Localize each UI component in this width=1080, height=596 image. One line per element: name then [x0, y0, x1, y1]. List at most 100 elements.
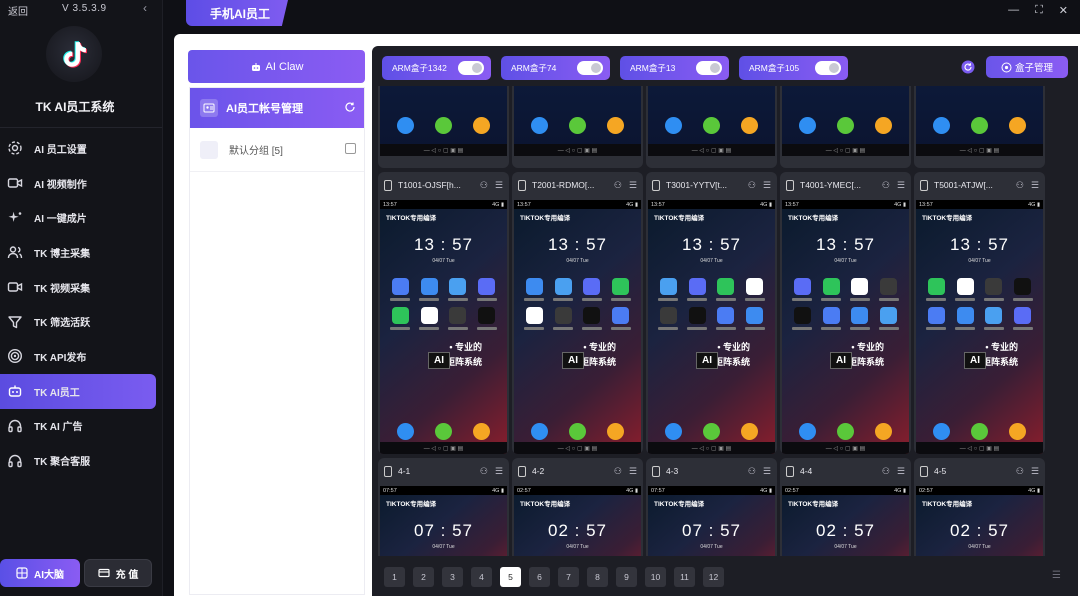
app-icon[interactable] [874, 278, 903, 301]
dock-app-icon[interactable] [568, 117, 586, 134]
phone-card[interactable]: T4001-YMEC[... ⚇ ☰ 13:57 4G ▮ TIKTOK专用编译 13 : … [780, 172, 911, 454]
user-icon[interactable]: ⚇ [882, 180, 890, 191]
page-button[interactable]: 2 [413, 567, 434, 587]
phone-screen[interactable]: — ◁ ○ ▢ ▣ ▤ [648, 86, 775, 156]
chevron-left-icon[interactable]: ‹ [143, 1, 147, 15]
user-icon[interactable]: ⚇ [748, 466, 756, 477]
app-icon[interactable] [1008, 307, 1037, 330]
dock-app-icon[interactable] [875, 117, 893, 134]
page-button[interactable]: 7 [558, 567, 579, 587]
app-icon[interactable] [951, 278, 980, 301]
dock-app-icon[interactable] [932, 117, 950, 134]
phone-screen[interactable]: 07:57 4G ▮ TIKTOK专用编译 07 : 57 04/07 Tue [648, 486, 775, 556]
page-button[interactable]: 5 [500, 567, 521, 587]
page-button[interactable]: 10 [645, 567, 666, 587]
app-icon[interactable] [444, 307, 473, 330]
app-icon[interactable] [951, 307, 980, 330]
dock-app-icon[interactable] [473, 117, 491, 134]
box-chip[interactable]: ARM盒子1342 [382, 56, 491, 80]
dock-app-icon[interactable] [434, 423, 452, 440]
dock-app-icon[interactable] [741, 117, 759, 134]
app-icon[interactable] [712, 307, 741, 330]
app-icon[interactable] [606, 307, 635, 330]
app-icon[interactable] [980, 307, 1009, 330]
app-icon[interactable] [740, 278, 769, 301]
sidebar-item-video-collect[interactable]: TK 视频采集 [0, 270, 156, 305]
dock-app-icon[interactable] [1009, 423, 1027, 440]
app-icon[interactable] [654, 278, 683, 301]
app-icon[interactable] [415, 307, 444, 330]
menu-icon[interactable]: ☰ [495, 466, 503, 477]
box-chip[interactable]: ARM盒子13 [620, 56, 729, 80]
user-icon[interactable]: ⚇ [480, 180, 488, 191]
page-button[interactable]: 1 [384, 567, 405, 587]
box-toggle[interactable] [458, 61, 484, 75]
dock-app-icon[interactable] [607, 423, 625, 440]
app-icon[interactable] [1008, 278, 1037, 301]
app-icon[interactable] [874, 307, 903, 330]
menu-icon[interactable]: ☰ [629, 466, 637, 477]
page-button[interactable]: 4 [471, 567, 492, 587]
menu-icon[interactable]: ☰ [495, 180, 503, 191]
user-icon[interactable]: ⚇ [748, 180, 756, 191]
dock-app-icon[interactable] [798, 423, 816, 440]
app-icon[interactable] [712, 278, 741, 301]
phone-card[interactable]: — ◁ ○ ▢ ▣ ▤ [378, 86, 509, 168]
phone-card[interactable]: T1001-OJSF[h... ⚇ ☰ 13:57 4G ▮ TIKTOK专用编译 13 :… [378, 172, 509, 454]
app-icon[interactable] [683, 307, 712, 330]
phone-screen[interactable]: 13:57 4G ▮ TIKTOK专用编译 13 : 57 04/07 Tue • 专业的… [380, 200, 507, 454]
user-icon[interactable]: ⚇ [882, 466, 890, 477]
phone-screen[interactable]: 13:57 4G ▮ TIKTOK专用编译 13 : 57 04/07 Tue • 专业的… [916, 200, 1043, 454]
phone-screen[interactable]: 02:57 4G ▮ TIKTOK专用编译 02 : 57 04/07 Tue [782, 486, 909, 556]
dock-app-icon[interactable] [798, 117, 816, 134]
app-icon[interactable] [846, 307, 875, 330]
app-icon[interactable] [472, 278, 501, 301]
app-icon[interactable] [788, 307, 817, 330]
page-button[interactable]: 9 [616, 567, 637, 587]
dock-app-icon[interactable] [741, 423, 759, 440]
recharge-button[interactable]: 充 值 [84, 559, 152, 587]
dock-app-icon[interactable] [932, 423, 950, 440]
phone-card[interactable]: 4-3 ⚇ ☰ 07:57 4G ▮ TIKTOK专用编译 07 : 57 04/07 Tue [646, 458, 777, 556]
user-icon[interactable]: ⚇ [614, 466, 622, 477]
app-icon[interactable] [788, 278, 817, 301]
dock-app-icon[interactable] [473, 423, 491, 440]
app-icon[interactable] [654, 307, 683, 330]
dock-app-icon[interactable] [970, 117, 988, 134]
ai-brain-button[interactable]: AI大脑 [0, 559, 80, 587]
tab-phone-ai-employee[interactable]: 手机AI员工 [186, 0, 288, 26]
user-icon[interactable]: ⚇ [1016, 466, 1024, 477]
phone-card[interactable]: — ◁ ○ ▢ ▣ ▤ [780, 86, 911, 168]
app-icon[interactable] [386, 307, 415, 330]
box-toggle[interactable] [815, 61, 841, 75]
phone-screen[interactable]: 07:57 4G ▮ TIKTOK专用编译 07 : 57 04/07 Tue [380, 486, 507, 556]
page-button[interactable]: 8 [587, 567, 608, 587]
app-icon[interactable] [817, 278, 846, 301]
refresh-icon[interactable] [959, 58, 977, 76]
phone-card[interactable]: 4-5 ⚇ ☰ 02:57 4G ▮ TIKTOK专用编译 02 : 57 04/07 Tue [914, 458, 1045, 556]
dock-app-icon[interactable] [664, 423, 682, 440]
phone-screen[interactable]: 13:57 4G ▮ TIKTOK专用编译 13 : 57 04/07 Tue • 专业的… [782, 200, 909, 454]
app-icon[interactable] [606, 278, 635, 301]
phone-card[interactable]: T2001-RDMO[... ⚇ ☰ 13:57 4G ▮ TIKTOK专用编译 13 : … [512, 172, 643, 454]
sidebar-item-filter-active[interactable]: TK 筛选活跃 [0, 304, 156, 339]
box-toggle[interactable] [696, 61, 722, 75]
app-icon[interactable] [922, 307, 951, 330]
phone-card[interactable]: 4-1 ⚇ ☰ 07:57 4G ▮ TIKTOK专用编译 07 : 57 04/07 Tue [378, 458, 509, 556]
sidebar-item-ai-employee[interactable]: TK AI员工 [0, 373, 156, 409]
minimize-icon[interactable]: — [1008, 4, 1019, 17]
refresh-icon[interactable] [344, 101, 356, 116]
dock-app-icon[interactable] [702, 117, 720, 134]
back-link[interactable]: 返回 [8, 3, 28, 18]
phone-screen[interactable]: 13:57 4G ▮ TIKTOK专用编译 13 : 57 04/07 Tue • 专业的… [648, 200, 775, 454]
sidebar-item-ai-settings[interactable]: AI 员工设置 [0, 131, 156, 166]
app-icon[interactable] [740, 307, 769, 330]
phone-screen[interactable]: — ◁ ○ ▢ ▣ ▤ [782, 86, 909, 156]
app-icon[interactable] [386, 278, 415, 301]
dock-app-icon[interactable] [1009, 117, 1027, 134]
user-icon[interactable]: ⚇ [1016, 180, 1024, 191]
dock-app-icon[interactable] [607, 117, 625, 134]
menu-icon[interactable]: ☰ [897, 466, 905, 477]
app-icon[interactable] [980, 278, 1009, 301]
dock-app-icon[interactable] [702, 423, 720, 440]
